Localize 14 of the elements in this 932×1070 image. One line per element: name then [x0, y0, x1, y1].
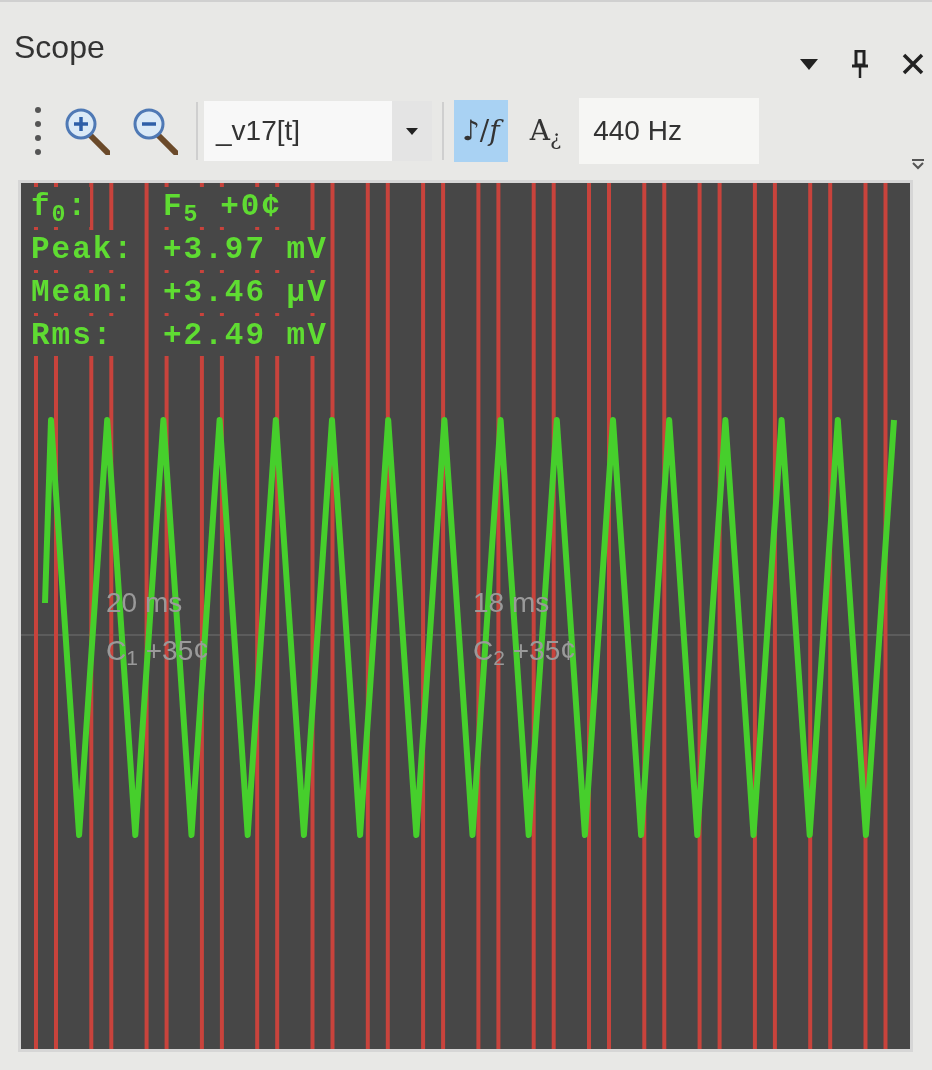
readout-label: f$_{0}$:: [29, 187, 91, 227]
toggle-button[interactable]: A$_{¿}$: [521, 100, 570, 162]
frequency-field[interactable]: 440 Hz: [579, 98, 760, 164]
toggle-button[interactable]: ♪/f: [454, 100, 508, 162]
grip-icon[interactable]: [34, 106, 42, 156]
close-icon[interactable]: [902, 53, 924, 75]
caret-icon: [406, 127, 418, 135]
pin-icon[interactable]: [852, 50, 868, 78]
dropdown-icon[interactable]: [800, 58, 818, 70]
overflow-icon[interactable]: [912, 158, 924, 170]
channel-dropdown[interactable]: _v17[t]: [204, 101, 432, 161]
zoom-out-icon[interactable]: [132, 107, 178, 155]
panel-title: Scope: [14, 28, 105, 66]
zoom-in-icon[interactable]: [64, 107, 110, 155]
